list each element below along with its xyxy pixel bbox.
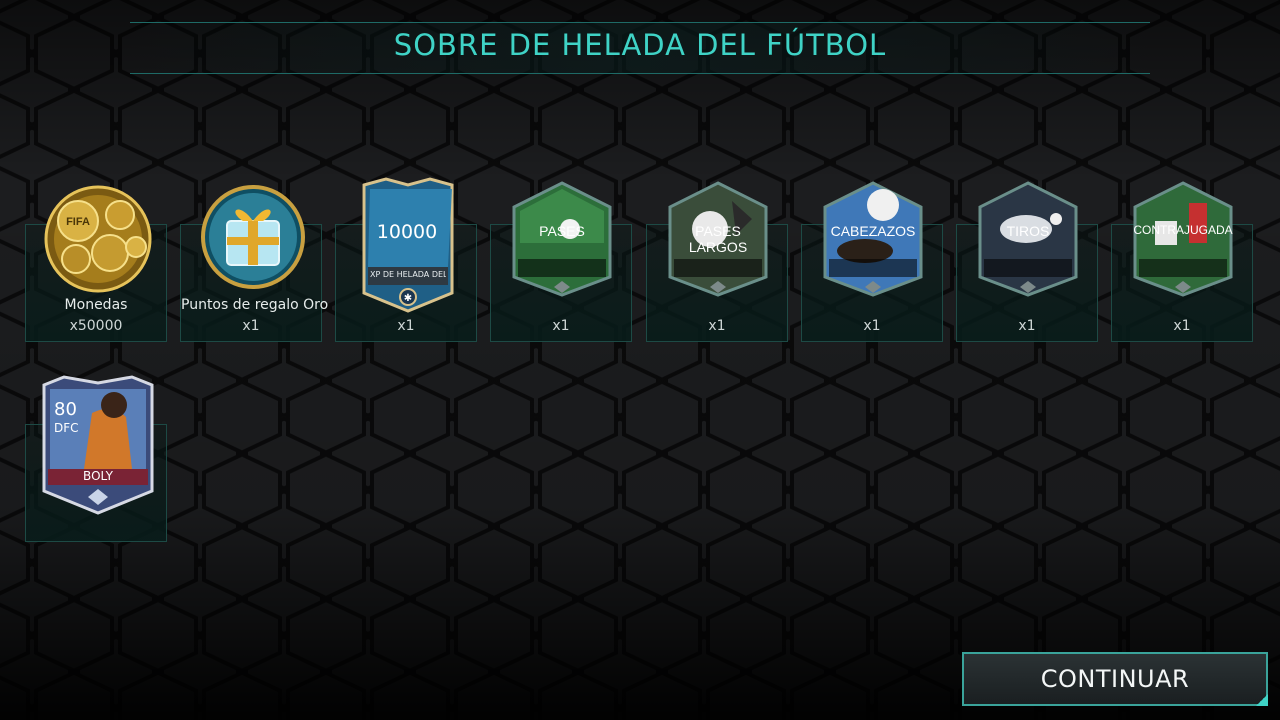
- reward-quantity: x50000: [69, 318, 123, 334]
- reward-quantity: x1: [1173, 318, 1191, 334]
- reward-tile-coins[interactable]: FIFA Monedas x50000: [25, 185, 167, 342]
- skill-name: PASES: [539, 223, 585, 239]
- xp-card-icon: ✱: [362, 177, 454, 313]
- skill-name: CONTRAJUGADA: [1133, 223, 1233, 237]
- reward-quantity: x1: [863, 318, 881, 334]
- reward-tile-player[interactable]: 80 DFC BOLY: [25, 375, 167, 542]
- skill-boost-icon: [978, 181, 1078, 297]
- reward-quantity: x1: [242, 318, 260, 334]
- reward-tile-gift-points[interactable]: Puntos de regalo Oro x1: [180, 185, 329, 342]
- player-card-icon: [42, 375, 154, 515]
- page-title: SOBRE DE HELADA DEL FÚTBOL: [393, 28, 887, 62]
- reward-quantity: x1: [397, 318, 415, 334]
- gift-icon: [201, 185, 305, 289]
- svg-text:FIFA: FIFA: [66, 216, 90, 228]
- skill-name: TIROS: [1006, 223, 1050, 239]
- reward-tile-pases[interactable]: PASES x1: [490, 181, 632, 342]
- hex-background: [0, 0, 1280, 720]
- reward-tile-tiros[interactable]: TIROS x1: [956, 181, 1098, 342]
- reward-quantity: x1: [708, 318, 726, 334]
- player-position: DFC: [54, 421, 79, 435]
- player-name: BOLY: [83, 469, 113, 483]
- skill-boost-icon: [823, 181, 923, 297]
- skill-boost-icon: [512, 181, 612, 297]
- reward-tile-xp[interactable]: ✱ 10000 XP DE HELADA DEL FÚTBOL x1: [335, 177, 477, 342]
- reward-name: Monedas: [64, 297, 128, 313]
- xp-card-caption: XP DE HELADA DEL FÚTBOL: [370, 270, 446, 279]
- reward-tile-pases-largos[interactable]: PASES LARGOS x1: [646, 181, 788, 342]
- xp-card-value: 10000: [376, 221, 438, 243]
- svg-text:✱: ✱: [404, 293, 412, 304]
- skill-name: PASES LARGOS: [688, 223, 748, 255]
- reward-tile-contrajugada[interactable]: CONTRAJUGADA x1: [1111, 181, 1253, 342]
- coins-icon: FIFA: [44, 185, 152, 293]
- reward-tile-cabezazos[interactable]: CABEZAZOS x1: [801, 181, 943, 342]
- reward-quantity: x1: [552, 318, 570, 334]
- reward-quantity: x1: [1018, 318, 1036, 334]
- continue-button[interactable]: CONTINUAR: [962, 652, 1268, 706]
- player-rating: 80: [54, 399, 77, 420]
- skill-boost-icon: [1133, 181, 1233, 297]
- reward-name: Puntos de regalo Oro: [181, 297, 329, 313]
- skill-name: CABEZAZOS: [830, 223, 916, 239]
